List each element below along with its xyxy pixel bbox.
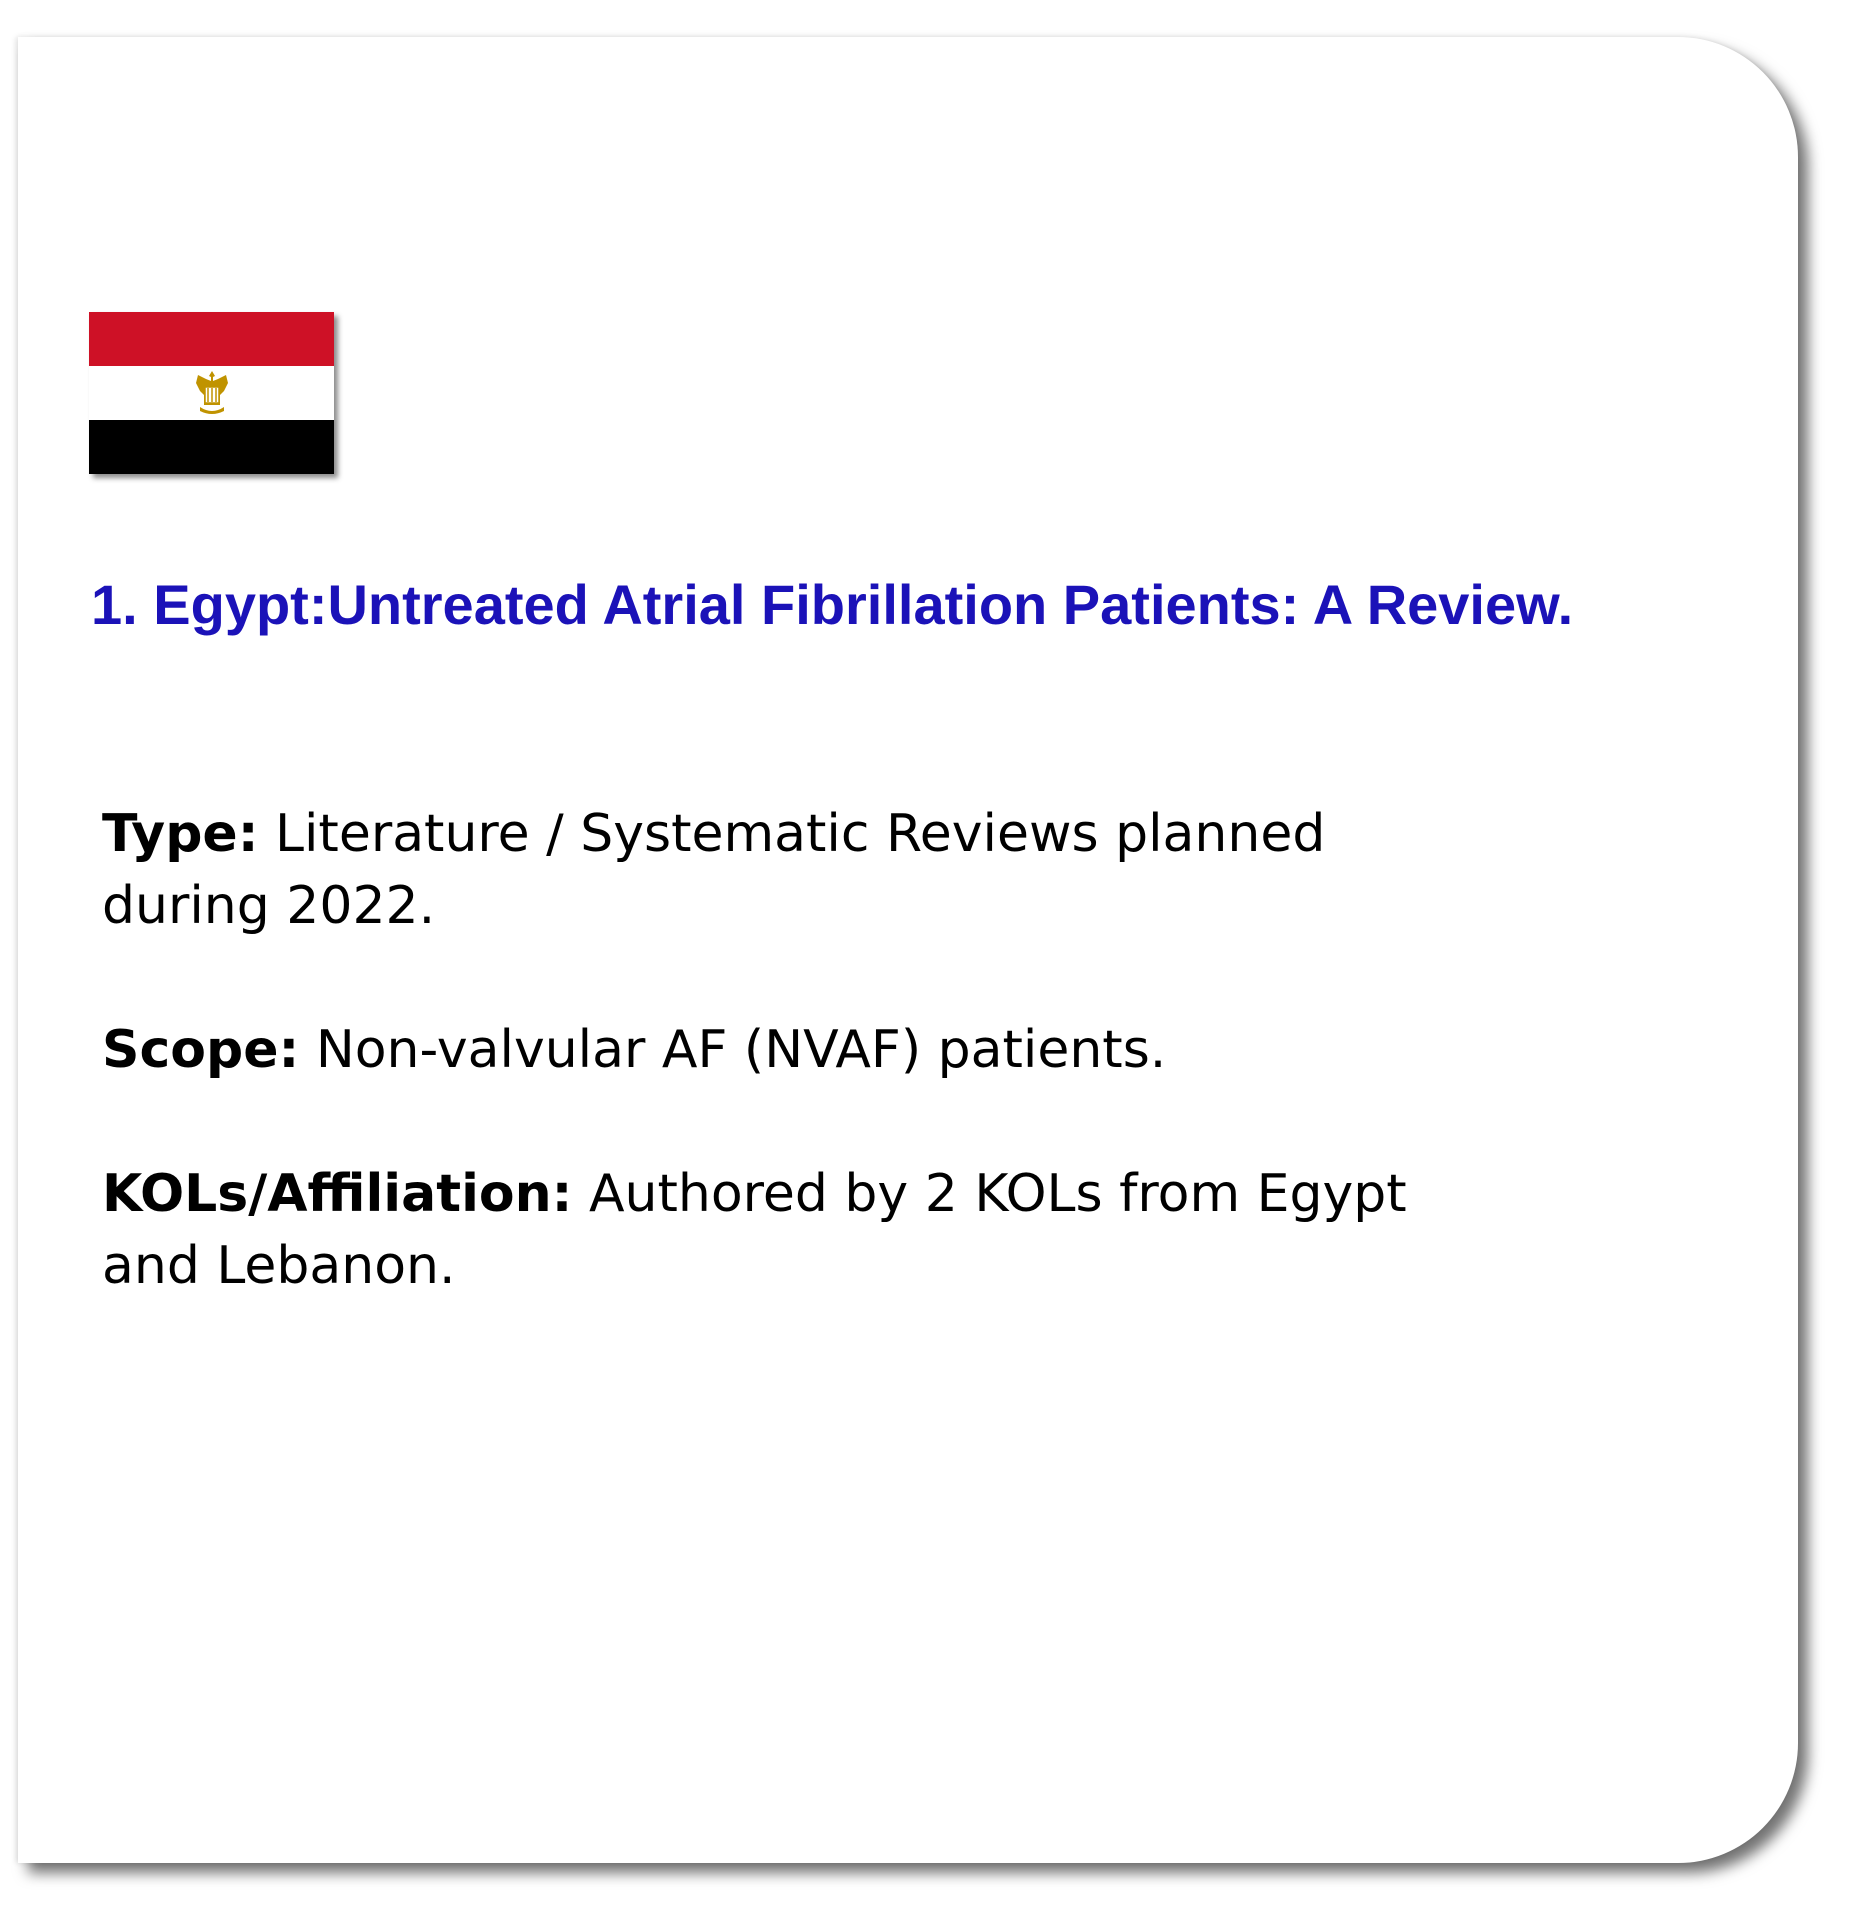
type-entry: Type: Literature / Systematic Reviews pl… bbox=[102, 798, 1502, 942]
kols-entry: KOLs/Affiliation: Authored by 2 KOLs fro… bbox=[102, 1158, 1502, 1302]
review-details: Type: Literature / Systematic Reviews pl… bbox=[102, 798, 1502, 1374]
flag-white-stripe bbox=[89, 366, 334, 420]
kols-label: KOLs/Affiliation: bbox=[102, 1164, 573, 1224]
review-title: 1. Egypt:Untreated Atrial Fibrillation P… bbox=[91, 573, 1574, 636]
eagle-emblem-icon bbox=[195, 371, 228, 414]
kols-value-line2: and Lebanon. bbox=[102, 1236, 456, 1296]
flag-black-stripe bbox=[89, 420, 334, 474]
type-value-line1: Literature / Systematic Reviews planned bbox=[275, 804, 1326, 864]
egypt-flag-icon bbox=[89, 312, 334, 474]
type-label: Type: bbox=[102, 804, 259, 864]
flag-red-stripe bbox=[89, 312, 334, 366]
scope-entry: Scope: Non-valvular AF (NVAF) patients. bbox=[102, 1014, 1502, 1086]
type-value-line2: during 2022. bbox=[102, 876, 436, 936]
scope-label: Scope: bbox=[102, 1020, 300, 1080]
scope-value: Non-valvular AF (NVAF) patients. bbox=[315, 1020, 1167, 1080]
kols-value-line1: Authored by 2 KOLs from Egypt bbox=[588, 1164, 1407, 1224]
